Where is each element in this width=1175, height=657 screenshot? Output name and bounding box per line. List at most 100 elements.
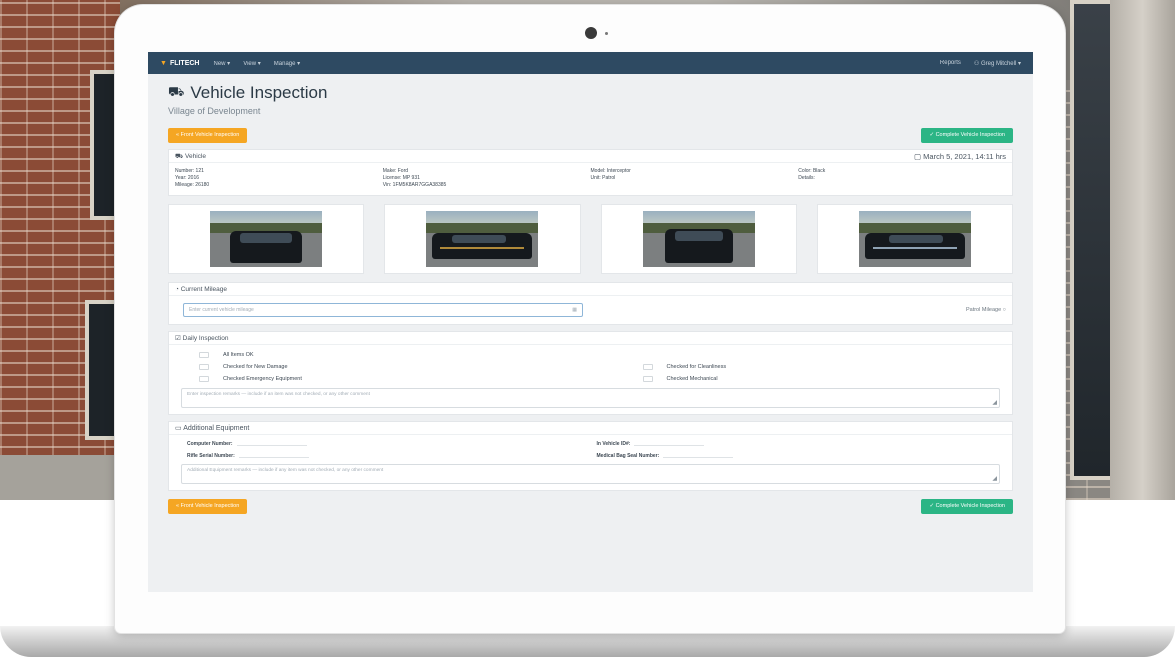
mileage-header-text: Current Mileage xyxy=(180,286,227,293)
nav-item-new[interactable]: New ▾ xyxy=(214,60,231,67)
bottom-actions: « Front Vehicle Inspection ✓ Complete Ve… xyxy=(168,499,1013,514)
resize-handle-icon[interactable]: ◢ xyxy=(992,475,997,482)
stone-ledge xyxy=(0,455,120,500)
vehicle-mileage: Mileage: 26180 xyxy=(175,182,210,188)
equipment-notes-placeholder: Additional Equipment remarks — include i… xyxy=(187,468,384,473)
brand[interactable]: ▼ FLITECH xyxy=(160,60,200,67)
complete-inspection-button-bottom[interactable]: ✓ Complete Vehicle Inspection xyxy=(921,499,1013,514)
inspection-checklist: All Items OK Checked for New Damage Chec… xyxy=(169,345,1012,383)
webcam-led xyxy=(605,32,608,35)
daily-inspection-header-text: Daily Inspection xyxy=(182,335,229,342)
nav-item-reports[interactable]: Reports xyxy=(940,60,961,66)
check-new-damage[interactable]: Checked for New Damage xyxy=(199,363,603,371)
mileage-input[interactable]: Enter current vehicle mileage ▦ xyxy=(183,303,583,317)
patrol-mileage-text: Patrol Mileage xyxy=(965,307,1002,313)
top-navbar: ▼ FLITECH New ▾ View ▾ Manage ▾ Reports … xyxy=(148,52,1033,74)
check-label: All Items OK xyxy=(223,352,254,358)
brand-name: FLITECH xyxy=(169,59,200,67)
daily-inspection-card: ☑ Daily Inspection All Items OK Checked … xyxy=(168,331,1013,415)
computer-number-field[interactable]: Computer Number: xyxy=(187,441,597,447)
checkbox[interactable] xyxy=(642,376,653,382)
user-icon: ⚇ xyxy=(973,60,981,67)
page-title: ⛟ Vehicle Inspection xyxy=(168,82,1013,104)
stone-column xyxy=(1110,0,1175,500)
front-inspection-button[interactable]: « Front Vehicle Inspection xyxy=(168,128,248,143)
inspection-notes-textarea[interactable]: Enter inspection remarks — include if an… xyxy=(181,388,1000,408)
equipment-header: ▭ Additional Equipment xyxy=(169,422,1012,435)
nav-item-manage[interactable]: Manage ▾ xyxy=(274,60,300,67)
checkbox[interactable] xyxy=(199,352,209,358)
vehicle-col-1: Number: 121 Year: 2016 Mileage: 26180 xyxy=(175,168,383,189)
checklist-right: Checked for Cleanliness Checked Mechanic… xyxy=(603,351,1007,383)
info-icon[interactable]: ○ xyxy=(1003,307,1006,313)
inspection-notes-placeholder: Enter inspection remarks — include if an… xyxy=(187,392,370,397)
equipment-fields: Computer Number: In Vehicle ID#: Rifle S… xyxy=(169,435,1012,459)
additional-equipment-card: ▭ Additional Equipment Computer Number: … xyxy=(168,421,1013,491)
photo-side-right[interactable] xyxy=(816,204,1013,274)
check-label: Checked for Cleanliness xyxy=(666,364,727,370)
calendar-icon: ▢ xyxy=(914,151,924,161)
inspection-timestamp: March 5, 2021, 14:11 hrs xyxy=(923,151,1006,161)
vehicle-id-input[interactable] xyxy=(634,441,705,447)
computer-number-label: Computer Number: xyxy=(187,441,233,447)
computer-number-input[interactable] xyxy=(236,441,307,447)
nav-item-view[interactable]: View ▾ xyxy=(243,60,261,67)
equipment-notes-textarea[interactable]: Additional Equipment remarks — include i… xyxy=(181,464,1000,484)
vehicle-year: Year: 2016 xyxy=(175,175,200,181)
mileage-row: Enter current vehicle mileage ▦ Patrol M… xyxy=(169,296,1012,324)
photo-rear[interactable] xyxy=(600,204,797,274)
checkbox[interactable] xyxy=(642,364,653,370)
laptop-screen: ▼ FLITECH New ▾ View ▾ Manage ▾ Reports … xyxy=(148,52,1033,592)
webcam-icon xyxy=(585,27,597,39)
rifle-serial-label: Rifle Serial Number: xyxy=(187,453,235,459)
rifle-serial-input[interactable] xyxy=(238,453,309,459)
mileage-header: ◔ Current Mileage xyxy=(169,283,1012,296)
page-content: ⛟ Vehicle Inspection Village of Developm… xyxy=(148,74,1033,514)
front-inspection-button-bottom[interactable]: « Front Vehicle Inspection xyxy=(168,499,248,514)
checkbox[interactable] xyxy=(199,364,209,370)
calculator-icon[interactable]: ▦ xyxy=(572,304,577,316)
vehicle-details-label: Details: xyxy=(798,175,815,181)
vehicle-details: Number: 121 Year: 2016 Mileage: 26180 Ma… xyxy=(169,163,1012,195)
toolbox-icon: ▭ xyxy=(175,425,184,432)
check-label: Checked Mechanical xyxy=(666,376,718,382)
medical-bag-label: Medical Bag Seal Number: xyxy=(596,453,660,459)
user-name: Greg Mitchell ▾ xyxy=(980,60,1021,67)
vehicle-make: Make: Ford xyxy=(382,168,409,174)
medical-bag-input[interactable] xyxy=(663,453,734,459)
page-title-text: Vehicle Inspection xyxy=(190,83,328,102)
check-emergency-equipment[interactable]: Checked Emergency Equipment xyxy=(199,375,603,383)
page-subtitle: Village of Development xyxy=(168,106,261,116)
resize-handle-icon[interactable]: ◢ xyxy=(992,399,997,406)
check-label: Checked Emergency Equipment xyxy=(223,376,302,382)
checkbox[interactable] xyxy=(199,376,209,382)
check-mechanical[interactable]: Checked Mechanical xyxy=(642,375,1007,383)
complete-inspection-button[interactable]: ✓ Complete Vehicle Inspection xyxy=(921,128,1013,143)
vehicle-photos xyxy=(168,204,1013,274)
car-icon: ⛟ xyxy=(168,84,185,99)
user-menu[interactable]: ⚇ Greg Mitchell ▾ xyxy=(974,60,1021,67)
vehicle-unit: Unit: Patrol xyxy=(590,175,616,181)
equipment-header-text: Additional Equipment xyxy=(183,425,250,432)
vehicle-col-4: Color: Black Details: xyxy=(798,168,1006,189)
vehicle-card-header: ⛟ Vehicle ▢ March 5, 2021, 14:11 hrs xyxy=(169,150,1012,163)
checklist-left: All Items OK Checked for New Damage Chec… xyxy=(199,351,603,383)
mileage-placeholder: Enter current vehicle mileage xyxy=(189,307,254,313)
car-small-icon: ⛟ xyxy=(175,152,185,160)
mileage-card: ◔ Current Mileage Enter current vehicle … xyxy=(168,282,1013,325)
vehicle-col-2: Make: Ford License: MP 931 Vin: 1FM5K8AR… xyxy=(383,168,591,189)
photo-side-left[interactable] xyxy=(384,204,581,274)
brand-logo-icon: ▼ xyxy=(160,59,167,67)
check-cleanliness[interactable]: Checked for Cleanliness xyxy=(642,363,1007,371)
clipboard-icon: ☑ xyxy=(175,335,183,342)
check-all-items-ok[interactable]: All Items OK xyxy=(199,351,603,359)
vehicle-color: Color: Black xyxy=(798,168,826,174)
patrol-mileage-label: Patrol Mileage ○ xyxy=(966,307,1006,313)
medical-bag-field[interactable]: Medical Bag Seal Number: xyxy=(597,453,1007,459)
vehicle-id-field[interactable]: In Vehicle ID#: xyxy=(597,441,1007,447)
photo-front[interactable] xyxy=(168,204,365,274)
rifle-serial-field[interactable]: Rifle Serial Number: xyxy=(187,453,597,459)
vehicle-license: License: MP 931 xyxy=(382,175,420,181)
vehicle-vin: Vin: 1FM5K8AR7GGA38385 xyxy=(382,182,447,188)
vehicle-model: Model: Interceptor xyxy=(590,168,631,174)
